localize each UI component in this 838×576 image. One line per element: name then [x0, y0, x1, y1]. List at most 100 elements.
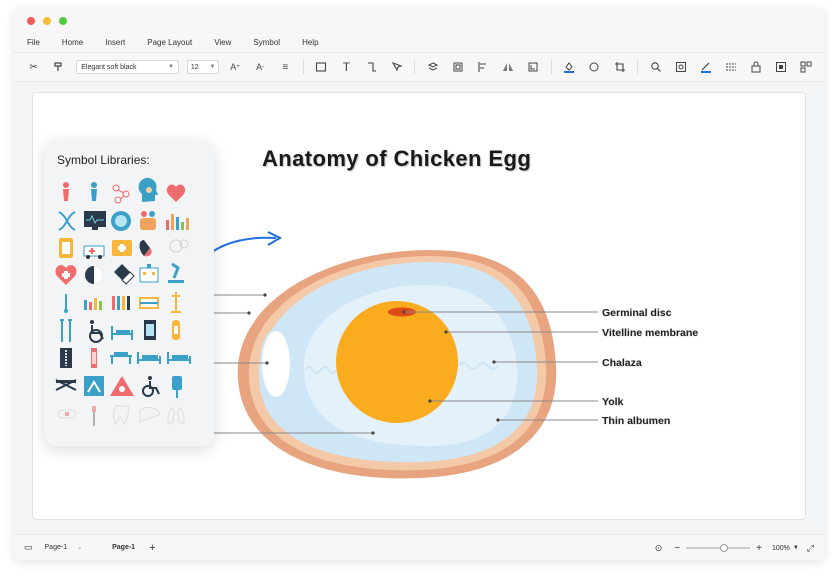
symbol-grid	[55, 177, 191, 426]
label-chalaza[interactable]: Chalaza	[602, 357, 642, 369]
decrease-font-icon[interactable]: A-	[253, 59, 268, 75]
chevron-down-icon: ▼	[209, 64, 216, 70]
vials-icon	[112, 296, 130, 310]
zoom-in-button[interactable]: +	[756, 543, 762, 554]
chevron-down-icon: ▼	[167, 64, 174, 70]
stretcher-icon	[110, 352, 132, 364]
operating-table-icon	[55, 379, 77, 391]
hospital-icon	[139, 264, 159, 283]
thermometer-icon	[64, 294, 68, 313]
line-style-icon[interactable]	[723, 59, 738, 75]
label-yolk[interactable]: Yolk	[602, 396, 623, 408]
text-icon[interactable]: T	[339, 59, 354, 75]
toolbar: ✂ Elegant soft black ▼ 12 ▼ A + A- ≡ T	[14, 52, 824, 82]
flip-icon[interactable]	[501, 59, 516, 75]
label-germinal-disc[interactable]: Germinal disc	[602, 307, 671, 319]
page-panel-icon[interactable]: ▭	[24, 542, 33, 553]
zoom-slider[interactable]	[686, 544, 751, 552]
zoom-out-button[interactable]: −	[674, 543, 680, 554]
more-icon[interactable]	[799, 59, 814, 75]
bandage-icon	[172, 320, 180, 340]
female-body-icon	[63, 182, 69, 201]
iv-bag-icon	[172, 376, 182, 398]
accessible-icon	[142, 376, 160, 397]
crop-icon[interactable]	[612, 59, 627, 75]
title-bar	[14, 8, 824, 32]
wheelchair-icon	[89, 320, 104, 343]
layers-icon[interactable]	[425, 59, 440, 75]
microscope-icon	[168, 262, 184, 283]
lungs-icon	[167, 407, 185, 425]
increase-font-icon[interactable]: A +	[227, 59, 242, 75]
monitor-icon	[84, 211, 106, 230]
toolbar-divider	[550, 60, 552, 74]
close-window-button[interactable]	[27, 17, 35, 25]
hospital-bed-icon	[111, 326, 133, 340]
minimize-window-button[interactable]	[43, 17, 51, 25]
scissors-icon[interactable]: ✂	[26, 59, 41, 75]
radiation-warning-icon	[110, 376, 134, 396]
menu-help[interactable]: Help	[302, 38, 318, 47]
symbol-library-panel: Symbol Libraries:	[44, 140, 214, 446]
maximize-window-button[interactable]	[59, 17, 67, 25]
font-size-select[interactable]: 12 ▼	[186, 60, 220, 74]
format-painter-icon[interactable]	[51, 59, 66, 75]
menu-file[interactable]: File	[27, 38, 40, 47]
align-icon[interactable]: ≡	[278, 59, 293, 75]
gurney-icon	[167, 352, 191, 364]
align-left-icon[interactable]	[475, 59, 490, 75]
pointer-icon[interactable]	[389, 59, 404, 75]
preview-icon[interactable]	[673, 59, 688, 75]
test-tubes-icon	[84, 298, 102, 310]
menu-view[interactable]: View	[214, 38, 231, 47]
shape-style-icon[interactable]	[587, 59, 602, 75]
label-thin-albumen[interactable]: Thin albumen	[602, 415, 670, 427]
rectangle-icon[interactable]	[314, 59, 329, 75]
chevron-down-icon[interactable]: ⌄	[77, 544, 82, 551]
zoom-slider-knob[interactable]	[720, 544, 729, 552]
play-icon[interactable]: ⊙	[655, 543, 663, 554]
brain-scan-icon	[111, 211, 131, 231]
fit-icon[interactable]	[774, 59, 789, 75]
xray-film-icon	[144, 320, 156, 340]
tooth-icon	[113, 404, 129, 425]
connector-icon[interactable]	[364, 59, 379, 75]
label-vitelline-membrane[interactable]: Vitelline membrane	[602, 327, 698, 339]
pill-icon	[114, 264, 135, 285]
menu-symbol[interactable]: Symbol	[253, 38, 280, 47]
xray-machine-icon	[84, 376, 104, 396]
medicine-bottle-icon	[169, 239, 189, 253]
spine-xray-icon	[60, 348, 72, 368]
zoom-level[interactable]: 100%	[772, 545, 790, 552]
font-family-select[interactable]: Elegant soft black ▼	[76, 60, 179, 74]
pie-chart-icon	[85, 266, 103, 284]
search-icon[interactable]	[648, 59, 663, 75]
status-bar: ▭ Page-1 ⌄ Page-1 + ⊙ − + 100% ▼ ⤢	[14, 534, 824, 560]
add-page-button[interactable]: +	[149, 542, 155, 554]
family-icon	[140, 211, 156, 230]
group-icon[interactable]	[450, 59, 465, 75]
toolbar-divider	[302, 60, 304, 74]
liver-icon	[139, 407, 161, 423]
line-color-icon[interactable]	[698, 59, 713, 75]
diagram-title[interactable]: Anatomy of Chicken Egg	[262, 146, 531, 172]
hospital-bed-2-icon	[137, 352, 161, 364]
menu-page-layout[interactable]: Page Layout	[147, 38, 192, 47]
fill-icon[interactable]	[562, 59, 577, 75]
page-selector[interactable]: Page-1	[45, 544, 68, 551]
page-tab-active[interactable]: Page-1	[112, 544, 135, 551]
chevron-down-icon[interactable]: ▼	[793, 545, 799, 551]
toolbar-divider	[637, 60, 639, 74]
clipboard-icon	[59, 238, 73, 258]
heart-cross-icon	[55, 265, 77, 285]
bar-chart-icon	[166, 214, 189, 230]
heart-organ-icon	[166, 184, 186, 202]
male-body-icon	[91, 182, 97, 201]
menu-home[interactable]: Home	[62, 38, 83, 47]
frame-icon[interactable]	[526, 59, 541, 75]
bed-icon	[139, 297, 159, 309]
menu-insert[interactable]: Insert	[105, 38, 125, 47]
lock-icon[interactable]	[749, 59, 764, 75]
fullscreen-icon[interactable]: ⤢	[807, 543, 814, 554]
capsule-icon	[139, 240, 152, 257]
